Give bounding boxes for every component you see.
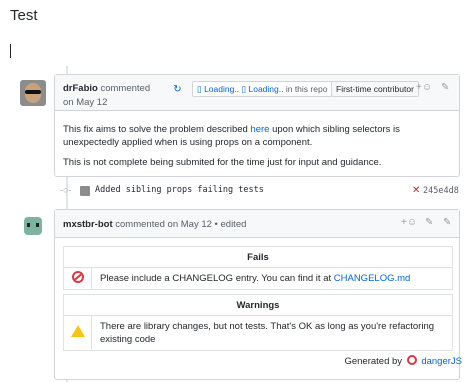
comment-date[interactable]: on May 12 — [63, 97, 107, 108]
comment-meta[interactable]: commented on May 12 • edited — [115, 219, 246, 230]
git-commit-icon: -○- — [60, 185, 72, 195]
no-entry-icon — [71, 270, 84, 283]
page-title: Test — [10, 7, 38, 24]
text-cursor — [10, 44, 11, 58]
warning-icon — [70, 325, 85, 337]
warnings-header: Warnings — [63, 294, 453, 316]
avatar[interactable] — [20, 213, 46, 239]
author-link[interactable]: drFabio — [63, 83, 98, 94]
pencil-icon[interactable]: ✎ — [425, 217, 433, 228]
comment-header: drFabio commented on May 12 ↻ ▯ Loading.… — [55, 75, 459, 111]
author-link[interactable]: mxstbr-bot — [63, 219, 113, 230]
loading-indicator: ▯ Loading.. ▯ Loading.. in this repo — [192, 81, 333, 97]
x-icon[interactable]: ✕ — [412, 185, 420, 196]
comment-body-paragraph: This fix aims to solve the problem descr… — [63, 124, 400, 148]
comment-body-paragraph: This is not complete being submited for … — [63, 157, 382, 168]
dangerjs-link[interactable]: dangerJS — [421, 356, 462, 367]
smiley-icon[interactable]: +☺ — [401, 217, 417, 228]
warning-text: There are library changes, but not tests… — [91, 315, 453, 351]
here-link[interactable]: here — [250, 124, 269, 135]
commit-row: -○- Added sibling props failing tests ✕ … — [60, 184, 460, 200]
generated-by: Generated by dangerJS — [344, 355, 462, 367]
dangerjs-logo-icon — [406, 355, 417, 365]
commit-message-link[interactable]: Added sibling props failing tests — [95, 185, 264, 195]
fails-table: Fails Please include a CHANGELOG entry. … — [63, 246, 453, 290]
smiley-icon[interactable]: +☺ — [416, 82, 432, 93]
commit-sha-link[interactable]: 245e4d8 — [423, 186, 459, 196]
avatar[interactable] — [20, 80, 46, 106]
repo-icon: ▯ — [197, 84, 202, 94]
fails-header: Fails — [63, 246, 453, 268]
comment-card: drFabio commented on May 12 ↻ ▯ Loading.… — [54, 74, 460, 177]
comment-action: commented — [100, 83, 151, 94]
commit-author-avatar[interactable] — [80, 186, 90, 196]
pencil-icon[interactable]: ✎ — [441, 82, 449, 93]
first-time-contributor-badge: First-time contributor — [331, 81, 419, 97]
comment-header: mxstbr-bot commented on May 12 • edited … — [55, 210, 459, 238]
changelog-link[interactable]: CHANGELOG.md — [334, 273, 411, 284]
warnings-table: Warnings There are library changes, but … — [63, 294, 453, 351]
repo-icon: ▯ — [241, 84, 247, 94]
pencil-icon[interactable]: ✎ — [443, 217, 451, 228]
sync-icon[interactable]: ↻ — [171, 83, 184, 96]
